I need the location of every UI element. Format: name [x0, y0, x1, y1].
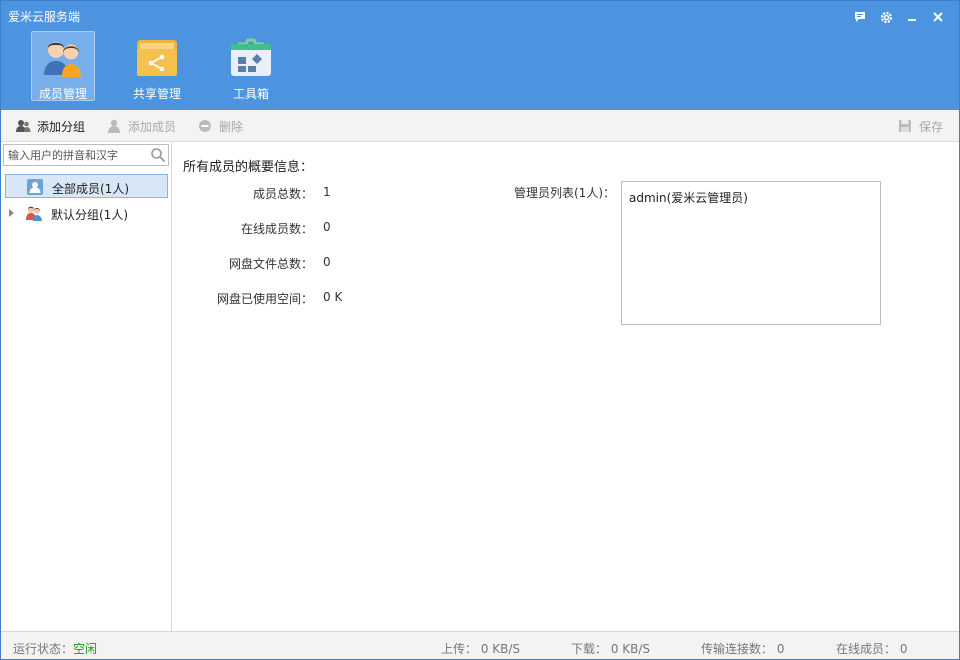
stat-label: 在线成员数：: [240, 222, 313, 236]
nav-member-management[interactable]: 成员管理: [31, 31, 95, 101]
stat-label: 网盘文件总数：: [228, 257, 313, 271]
app-window: 爱米云服务端 成员管理 共享管理 工具箱 添加分组 添加成员 删除 保存 输入用…: [0, 0, 960, 660]
status-bar: 运行状态：空闲 上传： 0 KB/S 下载： 0 KB/S 传输连接数： 0 在…: [1, 631, 959, 659]
toolbox-icon: [231, 38, 271, 76]
delete-button[interactable]: 删除: [197, 117, 243, 135]
tree-item-label: 默认分组(1人): [51, 208, 128, 222]
stat-file-count: 网盘文件总数： 0: [173, 255, 503, 271]
window-controls: [847, 7, 951, 27]
add-member-icon: [108, 119, 120, 133]
header-bar: 爱米云服务端 成员管理 共享管理 工具箱: [1, 1, 959, 110]
stat-value: 0: [323, 220, 331, 234]
admin-list-label: 管理员列表(1人)：: [514, 186, 615, 200]
upload-speed: 上传： 0 KB/S: [441, 642, 521, 656]
search-input[interactable]: [8, 147, 148, 163]
nav-label: 工具箱: [232, 87, 269, 101]
admin-list-item[interactable]: admin(爱米云管理员): [629, 189, 748, 206]
tree-item-label: 全部成员(1人): [52, 182, 129, 196]
add-group-label: 添加分组: [37, 119, 86, 134]
save-label: 保存: [919, 119, 944, 134]
add-member-label: 添加成员: [128, 119, 177, 134]
stat-member-count: 成员总数： 1: [173, 185, 503, 201]
delete-label: 删除: [219, 119, 244, 134]
stat-label: 成员总数：: [252, 187, 313, 201]
tree-item-all-members[interactable]: 全部成员(1人): [5, 174, 168, 198]
admin-list[interactable]: admin(爱米云管理员): [621, 181, 881, 325]
stat-used-space: 网盘已使用空间： 0 K: [173, 290, 503, 306]
summary-title: 所有成员的概要信息：: [183, 160, 314, 175]
search-icon[interactable]: [150, 147, 166, 163]
nav-label: 共享管理: [132, 87, 181, 101]
save-button[interactable]: 保存: [897, 117, 943, 135]
feedback-icon[interactable]: [847, 7, 873, 27]
online-members: 在线成员： 0: [836, 642, 908, 656]
transfer-connections: 传输连接数： 0: [701, 642, 785, 656]
add-group-icon: [16, 120, 31, 132]
save-icon: [899, 120, 911, 132]
main-nav: 成员管理 共享管理 工具箱: [31, 31, 313, 101]
stat-value: 1: [323, 185, 331, 199]
expand-arrow-icon[interactable]: [9, 209, 14, 217]
group-icon: [26, 206, 42, 221]
search-box: [3, 144, 169, 166]
share-folder-icon: [137, 40, 177, 76]
member-summary-panel: 所有成员的概要信息： 成员总数： 1 在线成员数： 0 网盘文件总数： 0 网盘…: [173, 142, 959, 631]
minimize-icon[interactable]: [899, 7, 925, 27]
close-icon[interactable]: [925, 7, 951, 27]
add-group-button[interactable]: 添加分组: [15, 117, 85, 135]
stat-online-count: 在线成员数： 0: [173, 220, 503, 236]
run-state-value: 空闲: [73, 642, 98, 656]
run-state-label: 运行状态：: [13, 642, 74, 656]
stat-label: 网盘已使用空间：: [216, 292, 313, 306]
app-title: 爱米云服务端: [8, 10, 81, 24]
stat-value: 0 K: [323, 290, 343, 304]
add-member-button[interactable]: 添加成员: [106, 117, 176, 135]
delete-icon: [199, 120, 211, 132]
run-state: 运行状态：空闲: [13, 640, 97, 657]
member-sidebar: 全部成员(1人) 默认分组(1人): [1, 142, 172, 631]
stat-value: 0: [323, 255, 331, 269]
nav-toolbox[interactable]: 工具箱: [219, 31, 283, 101]
settings-gear-icon[interactable]: [873, 7, 899, 27]
nav-share-management[interactable]: 共享管理: [125, 31, 189, 101]
download-speed: 下载： 0 KB/S: [571, 642, 651, 656]
all-members-icon: [27, 179, 43, 195]
tree-item-default-group[interactable]: 默认分组(1人): [5, 201, 168, 225]
toolbar: 添加分组 添加成员 删除 保存: [1, 110, 959, 142]
nav-label: 成员管理: [38, 87, 87, 101]
members-icon: [44, 42, 81, 77]
